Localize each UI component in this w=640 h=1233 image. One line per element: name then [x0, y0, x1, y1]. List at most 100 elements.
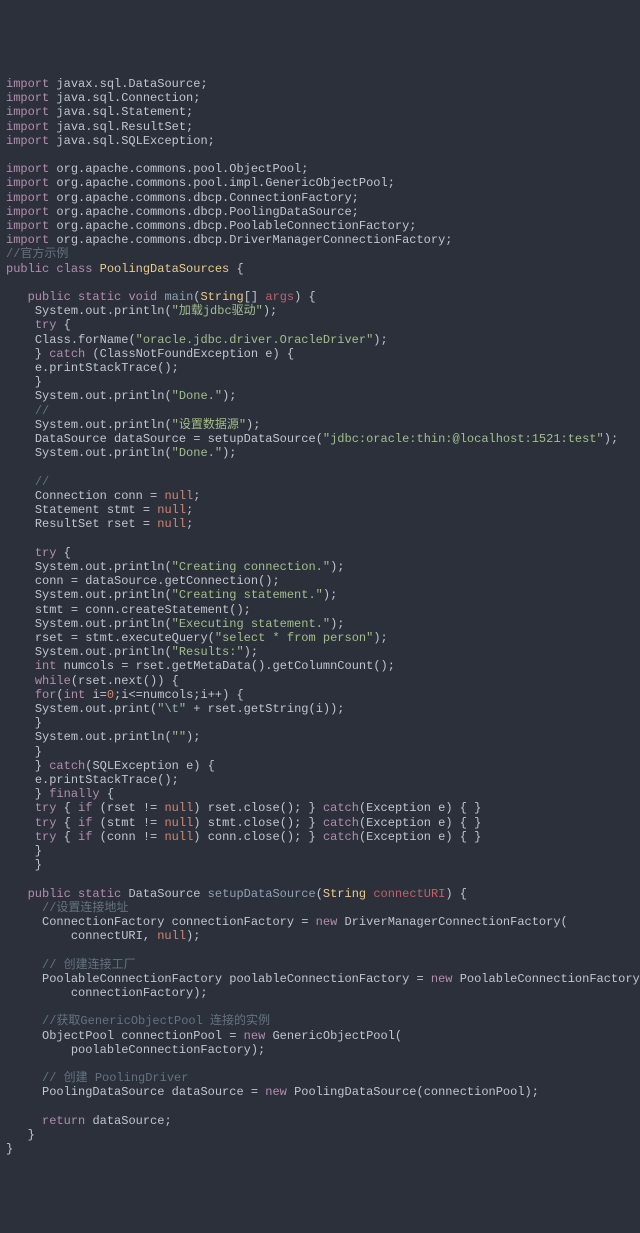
- import-path: org.apache.commons.pool.impl.GenericObje…: [56, 176, 387, 190]
- var: dataSource: [114, 432, 186, 446]
- null: null: [164, 830, 193, 844]
- var: rset: [107, 801, 136, 815]
- keyword-try: try: [35, 546, 57, 560]
- type: SQLException: [92, 759, 178, 773]
- string: "Creating connection.": [172, 560, 330, 574]
- call: Class.forName: [35, 333, 129, 347]
- var: dataSource: [172, 1085, 244, 1099]
- keyword-static: static: [78, 290, 121, 304]
- call: System.out.println: [35, 560, 165, 574]
- call: getColumnCount: [273, 659, 374, 673]
- var: connectionFactory: [71, 986, 193, 1000]
- var: poolableConnectionFactory: [229, 972, 409, 986]
- var: rset: [136, 659, 165, 673]
- call: System.out.println: [35, 588, 165, 602]
- var: i: [316, 702, 323, 716]
- call: executeQuery: [121, 631, 207, 645]
- keyword-import: import: [6, 219, 49, 233]
- import-path: org.apache.commons.dbcp.DriverManagerCon…: [56, 233, 445, 247]
- call: close: [244, 816, 280, 830]
- var: conn: [85, 603, 114, 617]
- null: null: [164, 816, 193, 830]
- null: null: [157, 517, 186, 531]
- string: "Done.": [172, 389, 222, 403]
- keyword-if: if: [78, 830, 92, 844]
- keyword-import: import: [6, 105, 49, 119]
- var: conn: [35, 574, 64, 588]
- type: ObjectPool: [42, 1029, 114, 1043]
- type: Statement: [35, 503, 100, 517]
- keyword-static: static: [78, 887, 121, 901]
- keyword-try: try: [35, 830, 57, 844]
- comment: //设置连接地址: [42, 901, 128, 915]
- var: dataSource: [85, 574, 157, 588]
- var: poolableConnectionFactory: [71, 1043, 251, 1057]
- string: "oracle.jdbc.driver.OracleDriver": [136, 333, 374, 347]
- var: rset: [208, 702, 237, 716]
- string: "设置数据源": [172, 418, 246, 432]
- keyword-if: if: [78, 801, 92, 815]
- keyword-catch: catch: [323, 816, 359, 830]
- method-name: setupDataSource: [208, 887, 316, 901]
- var: conn: [114, 489, 143, 503]
- method-name: main: [164, 290, 193, 304]
- string: "Creating statement.": [172, 588, 323, 602]
- type: DataSource: [128, 887, 200, 901]
- call: getString: [244, 702, 309, 716]
- param: connectURI: [373, 887, 445, 901]
- import-path: java.sql.Connection: [56, 91, 193, 105]
- type: Exception: [366, 830, 431, 844]
- type: Exception: [366, 801, 431, 815]
- keyword-import: import: [6, 233, 49, 247]
- var: numcols: [143, 688, 193, 702]
- null: null: [157, 929, 186, 943]
- var: stmt: [85, 631, 114, 645]
- type: DriverManagerConnectionFactory: [344, 915, 560, 929]
- var: rset: [208, 801, 237, 815]
- call: System.out.println: [35, 645, 165, 659]
- null: null: [164, 801, 193, 815]
- code-block: import javax.sql.DataSource; import java…: [0, 71, 640, 1162]
- keyword-public: public: [6, 262, 49, 276]
- type: Connection: [35, 489, 107, 503]
- var: dataSource: [92, 1114, 164, 1128]
- var: i: [200, 688, 207, 702]
- var: numcols: [64, 659, 114, 673]
- string: "Results:": [172, 645, 244, 659]
- keyword-import: import: [6, 134, 49, 148]
- var: connectionFactory: [172, 915, 294, 929]
- string: "": [172, 730, 186, 744]
- comment: // 创建连接工厂: [42, 958, 136, 972]
- var: connectionPool: [121, 1029, 222, 1043]
- keyword-finally: finally: [49, 787, 99, 801]
- keyword-import: import: [6, 162, 49, 176]
- call: getMetaData: [172, 659, 251, 673]
- var: connectionPool: [424, 1085, 525, 1099]
- null: null: [157, 503, 186, 517]
- string: "jdbc:oracle:thin:@localhost:1521:test": [323, 432, 604, 446]
- keyword-int: int: [35, 659, 57, 673]
- type: ResultSet: [35, 517, 100, 531]
- import-path: org.apache.commons.dbcp.PoolableConnecti…: [56, 219, 409, 233]
- call: System.out.println: [35, 730, 165, 744]
- call: System.out.println: [35, 418, 165, 432]
- type: ClassNotFoundException: [100, 347, 258, 361]
- type: PoolableConnectionFactory: [42, 972, 222, 986]
- var: stmt: [107, 503, 136, 517]
- var: e: [265, 347, 272, 361]
- var: e: [186, 759, 193, 773]
- keyword-for: for: [35, 688, 57, 702]
- call: e.printStackTrace: [35, 773, 157, 787]
- keyword-catch: catch: [323, 801, 359, 815]
- type: String: [323, 887, 366, 901]
- param: args: [265, 290, 294, 304]
- call: System.out.print: [35, 702, 150, 716]
- keyword-class: class: [56, 262, 92, 276]
- var: stmt: [208, 816, 237, 830]
- var: e: [438, 816, 445, 830]
- type: Exception: [366, 816, 431, 830]
- keyword-try: try: [35, 801, 57, 815]
- keyword-while: while: [35, 674, 71, 688]
- keyword-import: import: [6, 77, 49, 91]
- keyword-new: new: [431, 972, 453, 986]
